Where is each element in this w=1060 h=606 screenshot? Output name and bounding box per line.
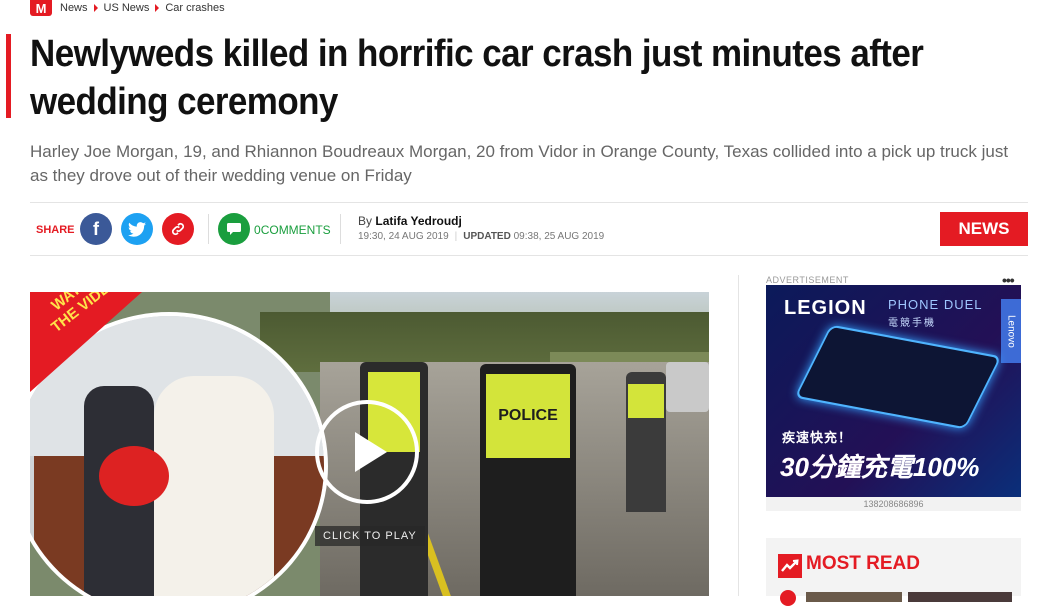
facebook-share-button[interactable]: f — [80, 213, 112, 245]
ad-phone-image — [794, 324, 1002, 430]
ad-id: 138208686896 — [766, 497, 1021, 511]
bouquet — [99, 446, 169, 506]
article-subheadline: Harley Joe Morgan, 19, and Rhiannon Boud… — [30, 142, 1009, 185]
most-read-title: MOST READ — [806, 553, 920, 574]
share-bar: SHARE f 0COMMENTS By Latifa Yedroudj 19:… — [30, 210, 1028, 250]
list-item-thumbnail[interactable] — [806, 592, 902, 602]
author-link[interactable]: Latifa Yedroudj — [375, 214, 461, 228]
police-officer-figure: POLICE — [480, 364, 576, 596]
divider — [208, 214, 209, 244]
comments-count-link[interactable]: 0COMMENTS — [254, 223, 331, 237]
published-date: 19:30, 24 AUG 2019 — [358, 231, 449, 242]
breadcrumb-separator-icon — [93, 4, 98, 12]
article-headline: Newlyweds killed in horrific car crash j… — [30, 33, 924, 123]
play-icon — [355, 432, 387, 472]
trending-icon — [778, 554, 802, 578]
article-dates: 19:30, 24 AUG 2019 | UPDATED 09:38, 25 A… — [358, 231, 605, 242]
ad-brand: LEGION — [784, 297, 867, 319]
divider — [340, 214, 341, 244]
twitter-icon — [128, 221, 146, 237]
breadcrumb-news[interactable]: News — [60, 2, 88, 14]
police-label: POLICE — [486, 374, 570, 458]
divider — [30, 255, 1028, 256]
ad-subtitle: 電競手機 — [888, 318, 936, 329]
comment-icon — [227, 223, 241, 235]
byline: By Latifa Yedroudj — [358, 214, 462, 228]
link-icon — [171, 222, 185, 236]
breadcrumb-separator-icon — [155, 4, 160, 12]
advertisement-label: ADVERTISEMENT — [766, 275, 849, 285]
copy-link-button[interactable] — [162, 213, 194, 245]
advertisement-banner[interactable]: LEGION PHONE DUEL 電競手機 Lenovo 疾速快充！ 30分鐘… — [766, 285, 1021, 497]
comments-button[interactable] — [218, 213, 250, 245]
breadcrumb: M News US News Car crashes — [30, 0, 225, 16]
headline-accent-bar — [6, 34, 11, 118]
breadcrumb-car-crashes[interactable]: Car crashes — [165, 2, 224, 14]
pickup-truck — [666, 362, 709, 412]
most-read-panel: MOST READ — [766, 538, 1021, 606]
share-label: SHARE — [36, 224, 75, 236]
breadcrumb-us-news[interactable]: US News — [104, 2, 150, 14]
ad-side-brand: Lenovo — [1001, 299, 1021, 363]
list-item-thumbnail[interactable] — [908, 592, 1012, 602]
column-divider — [738, 275, 739, 596]
facebook-icon: f — [93, 218, 99, 239]
click-to-play-label[interactable]: CLICK TO PLAY — [315, 526, 425, 546]
play-button[interactable] — [315, 400, 419, 504]
ad-promo-line: 疾速快充！ — [782, 430, 853, 445]
mirror-logo[interactable]: M — [30, 0, 52, 16]
twitter-share-button[interactable] — [121, 213, 153, 245]
updated-label: UPDATED — [463, 231, 511, 242]
ad-promo-big: 30分鐘充電100% — [780, 447, 979, 484]
ad-headline: PHONE DUEL — [888, 297, 983, 312]
couple-photo — [30, 312, 328, 596]
updated-date: 09:38, 25 AUG 2019 — [513, 231, 605, 242]
section-tag-news[interactable]: NEWS — [940, 212, 1028, 246]
video-player[interactable]: POLICE WATCH THE VIDEO CLICK TO PLAY — [30, 292, 709, 596]
list-item-number — [780, 590, 796, 606]
divider — [30, 202, 1028, 203]
